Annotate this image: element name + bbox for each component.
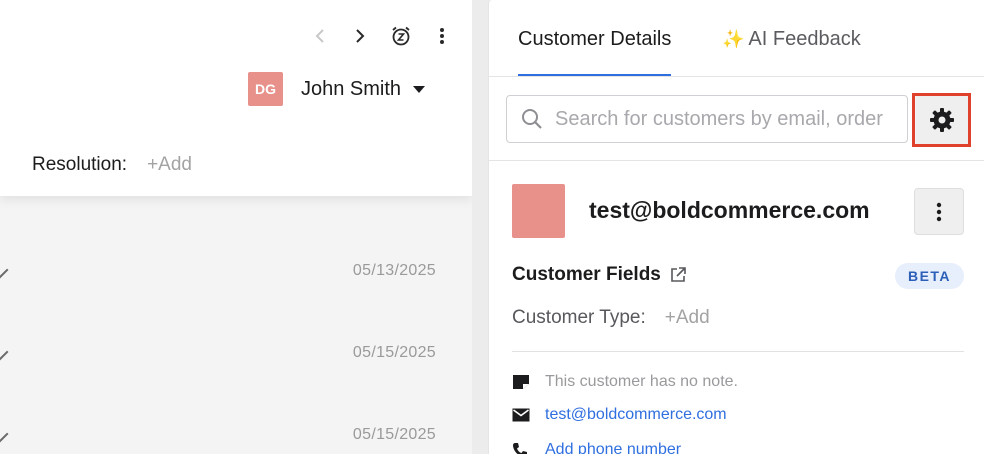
mail-icon <box>512 408 532 422</box>
resolution-field: Resolution: +Add <box>32 154 192 176</box>
customer-note-text: This customer has no note. <box>545 373 738 390</box>
previous-ticket-button[interactable] <box>308 24 332 48</box>
tab-label: Customer Details <box>518 28 672 50</box>
assignee-avatar: DG <box>248 72 283 106</box>
more-vertical-icon <box>936 202 942 221</box>
more-vertical-icon <box>440 28 444 44</box>
customer-more-button[interactable] <box>914 188 964 235</box>
settings-button[interactable] <box>912 93 971 147</box>
add-phone-link[interactable]: Add phone number <box>545 441 681 454</box>
ticket-header: DG John Smith Resolution: +Add <box>0 0 472 196</box>
history-row[interactable]: 05/13/2025 <box>0 252 472 292</box>
customer-tabs: Customer Details ✨ AI Feedback <box>489 0 984 77</box>
next-ticket-button[interactable] <box>348 24 372 48</box>
customer-phone-row: Add phone number <box>512 441 681 454</box>
check-icon <box>0 425 9 443</box>
customer-fields-heading: Customer Fields <box>512 264 687 286</box>
note-icon <box>512 374 532 390</box>
resolution-label: Resolution: <box>32 154 128 175</box>
chevron-left-icon <box>315 29 324 43</box>
customer-search-area <box>489 77 984 161</box>
customer-email-link[interactable]: test@boldcommerce.com <box>545 406 727 424</box>
check-icon <box>0 343 9 361</box>
assignee-name: John Smith <box>301 77 402 100</box>
ticket-panel: DG John Smith Resolution: +Add 05/13/202… <box>0 0 472 454</box>
settings-button-face <box>915 96 968 144</box>
resolution-add-button[interactable]: +Add <box>147 154 192 176</box>
customer-fields-title: Customer Fields <box>512 264 661 285</box>
check-icon <box>0 261 9 279</box>
snooze-alarm-icon <box>392 26 410 46</box>
assignee-dropdown[interactable]: DG John Smith <box>248 72 426 106</box>
beta-badge: BETA <box>895 263 964 289</box>
sparkles-icon: ✨ <box>722 29 745 49</box>
divider <box>512 351 964 352</box>
history-date: 05/15/2025 <box>352 344 436 361</box>
customer-type-field: Customer Type: +Add <box>512 307 710 329</box>
search-icon <box>522 109 542 129</box>
customer-search-input[interactable] <box>555 107 895 131</box>
customer-avatar <box>512 184 565 238</box>
customer-note-row: This customer has no note. <box>512 373 738 391</box>
panel-gap <box>472 0 488 454</box>
ticket-more-button[interactable] <box>430 24 454 48</box>
history-row[interactable]: 05/15/2025 <box>0 416 472 454</box>
tab-customer-details[interactable]: Customer Details <box>518 28 672 76</box>
snooze-button[interactable] <box>389 24 413 48</box>
customer-search-box[interactable] <box>506 95 908 143</box>
customer-panel: Customer Details ✨ AI Feedback Search fo… <box>488 0 984 454</box>
external-link-icon[interactable] <box>669 266 687 284</box>
customer-type-label: Customer Type: <box>512 307 646 328</box>
tab-ai-feedback[interactable]: ✨ AI Feedback <box>722 28 861 51</box>
history-row[interactable]: 05/15/2025 <box>0 334 472 374</box>
tab-label: AI Feedback <box>748 28 861 50</box>
history-date: 05/15/2025 <box>352 426 436 443</box>
history-date: 05/13/2025 <box>352 262 436 279</box>
customer-type-add-button[interactable]: +Add <box>665 307 710 329</box>
phone-icon <box>512 442 532 454</box>
chevron-right-icon <box>356 29 365 43</box>
customer-email-title: test@boldcommerce.com <box>589 197 870 223</box>
customer-email-row: test@boldcommerce.com <box>512 406 727 424</box>
gear-icon <box>929 108 954 132</box>
caret-down-icon <box>413 85 426 93</box>
